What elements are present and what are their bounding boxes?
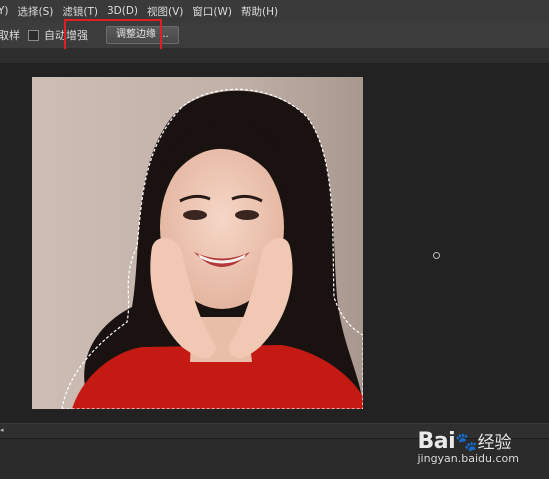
menu-item-filter[interactable]: 滤镜(T) (62, 4, 107, 19)
watermark-logo-suffix: 经验 (477, 433, 512, 453)
menu-item-3d[interactable]: 3D(D) (107, 5, 147, 17)
menu-item-type[interactable]: Y) (0, 5, 18, 17)
sample-all-layers-label: 取样 (0, 29, 20, 42)
baidu-watermark: Bai🐾经验 jingyan.baidu.com (417, 428, 519, 465)
menu-item-help[interactable]: 帮助(H) (241, 4, 287, 19)
menu-item-window[interactable]: 窗口(W) (192, 4, 241, 19)
document-tab-strip (0, 49, 549, 63)
watermark-url: jingyan.baidu.com (417, 452, 519, 465)
watermark-logo: Bai (417, 429, 456, 454)
portrait-image (32, 77, 363, 409)
scroll-left-arrow-icon[interactable]: ◂ (0, 426, 6, 434)
left-eye (183, 210, 207, 220)
auto-enhance-checkbox[interactable] (28, 29, 39, 41)
menu-item-select[interactable]: 选择(S) (18, 4, 63, 19)
menu-item-view[interactable]: 视图(V) (147, 4, 192, 19)
canvas-photo[interactable] (32, 77, 363, 409)
paw-icon: 🐾 (455, 432, 478, 453)
cursor-crosshair-icon (433, 252, 440, 259)
right-eye (235, 210, 259, 220)
